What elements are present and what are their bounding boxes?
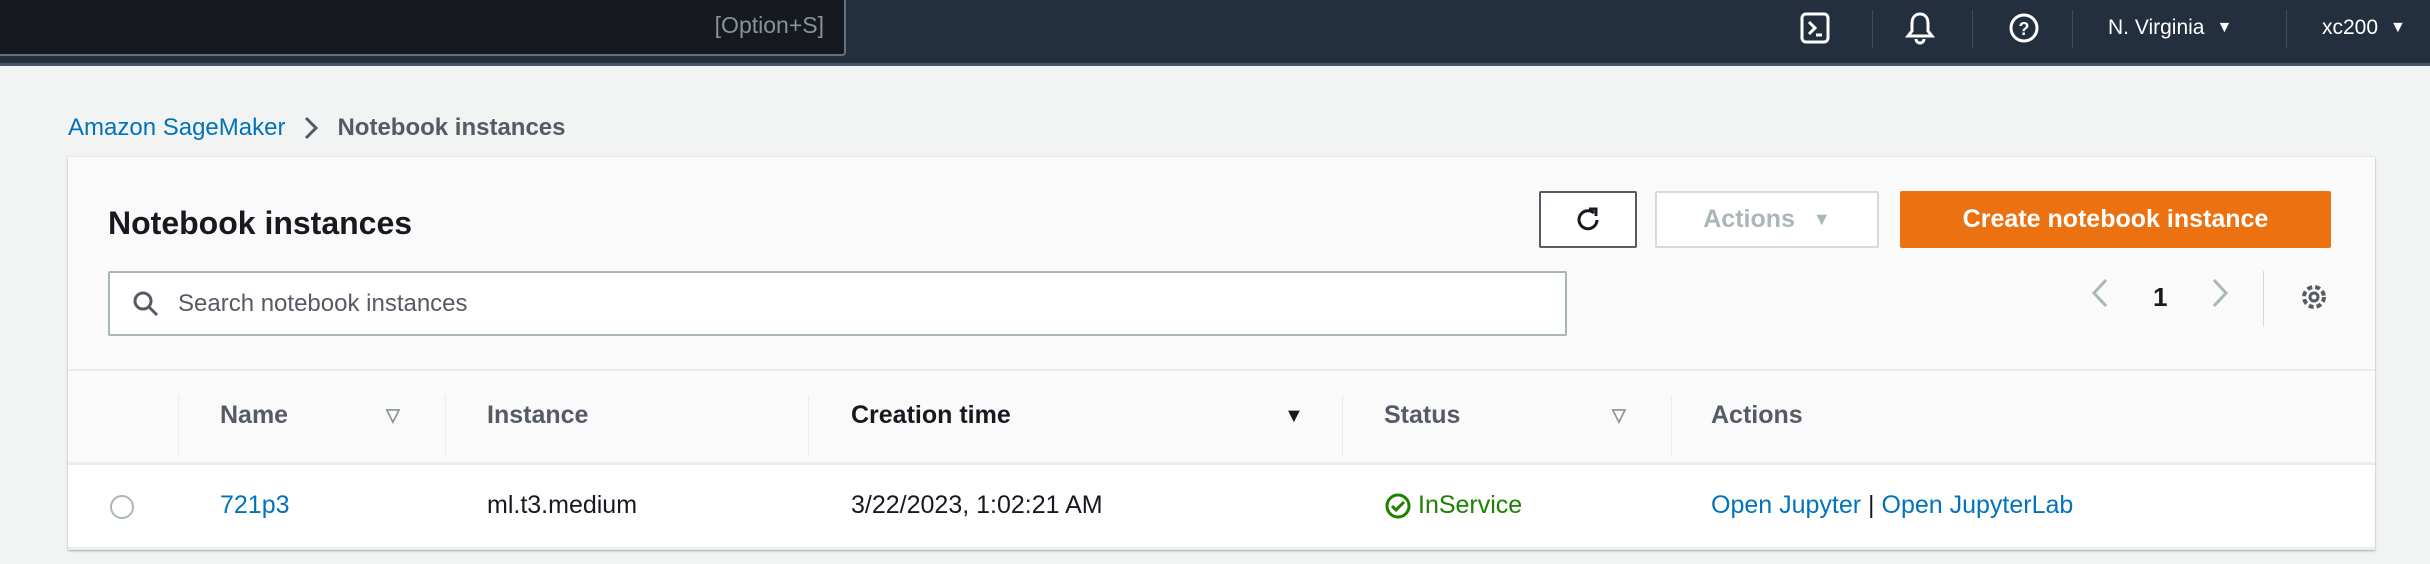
actions-label: Actions [1703, 205, 1795, 233]
chevron-left-icon [2091, 278, 2108, 308]
sort-descending-icon[interactable]: ▼ [1284, 405, 1304, 428]
top-navigation: [Option+S] ? N. Virginia ▼ xc200 ▼ [0, 0, 2430, 66]
search-icon [133, 291, 159, 316]
create-notebook-instance-button[interactable]: Create notebook instance [1900, 191, 2331, 248]
separator: | [1868, 491, 1875, 519]
column-header-instance[interactable]: Instance [487, 401, 588, 430]
instance-type: ml.t3.medium [487, 491, 638, 519]
region-label: N. Virginia [2108, 16, 2205, 39]
breadcrumb-sagemaker[interactable]: Amazon SageMaker [68, 114, 285, 142]
divider [2263, 271, 2264, 327]
preferences-button[interactable] [2298, 281, 2330, 320]
table-header: Name ▽ Instance Creation time ▼ Status ▽… [68, 369, 2375, 465]
column-header-status[interactable]: Status [1384, 401, 1460, 430]
table-row[interactable]: 721p3 ml.t3.medium 3/22/2023, 1:02:21 AM… [68, 465, 2375, 550]
caret-down-icon: ▼ [2216, 19, 2233, 36]
caret-down-icon: ▼ [1812, 209, 1831, 229]
page-number[interactable]: 1 [2153, 282, 2167, 313]
caret-down-icon: ▼ [2390, 19, 2406, 36]
cloudshell-icon[interactable] [1800, 0, 1830, 56]
chevron-right-icon [2212, 278, 2229, 308]
instance-name-link[interactable]: 721p3 [220, 491, 290, 520]
filter-icon[interactable]: ▽ [386, 405, 400, 426]
check-circle-icon [1385, 493, 1411, 518]
search-field[interactable] [108, 271, 1567, 336]
column-header-actions: Actions [1711, 401, 1803, 429]
chevron-right-icon [305, 116, 319, 140]
search-shortcut: [Option+S] [714, 12, 824, 38]
notebook-instances-panel: Notebook instances Actions ▼ Create noteb… [68, 157, 2375, 550]
breadcrumb-current: Notebook instances [337, 114, 566, 141]
svg-text:?: ? [2019, 19, 2030, 39]
creation-time: 3/22/2023, 1:02:21 AM [851, 491, 1103, 519]
page-title: Notebook instances [108, 205, 413, 241]
row-actions: Open Jupyter | Open JupyterLab [1711, 491, 2073, 520]
refresh-button[interactable] [1539, 191, 1637, 248]
global-search[interactable]: [Option+S] [0, 0, 846, 56]
help-icon[interactable]: ? [2008, 0, 2040, 56]
row-radio[interactable] [110, 495, 134, 519]
open-jupyter-link[interactable]: Open Jupyter [1711, 491, 1861, 519]
previous-page-button[interactable] [2090, 277, 2110, 316]
user-label: xc200 [2322, 16, 2379, 39]
status-text: InService [1418, 491, 1523, 519]
refresh-icon [1577, 207, 1599, 230]
search-input[interactable] [178, 289, 1565, 318]
filter-icon[interactable]: ▽ [1612, 405, 1626, 426]
breadcrumb: Amazon SageMaker Notebook instances [68, 114, 566, 142]
column-header-name[interactable]: Name [220, 401, 288, 430]
bell-icon[interactable] [1905, 0, 1935, 56]
account-menu[interactable]: xc200 ▼ [2322, 0, 2406, 56]
region-selector[interactable]: N. Virginia ▼ [2108, 0, 2232, 56]
column-header-creation-time[interactable]: Creation time [851, 401, 1011, 430]
actions-dropdown[interactable]: Actions ▼ [1655, 191, 1879, 248]
status-badge: InService [1384, 491, 1522, 520]
gear-icon [2302, 285, 2326, 309]
open-jupyterlab-link[interactable]: Open JupyterLab [1882, 491, 2074, 519]
next-page-button[interactable] [2210, 277, 2230, 316]
